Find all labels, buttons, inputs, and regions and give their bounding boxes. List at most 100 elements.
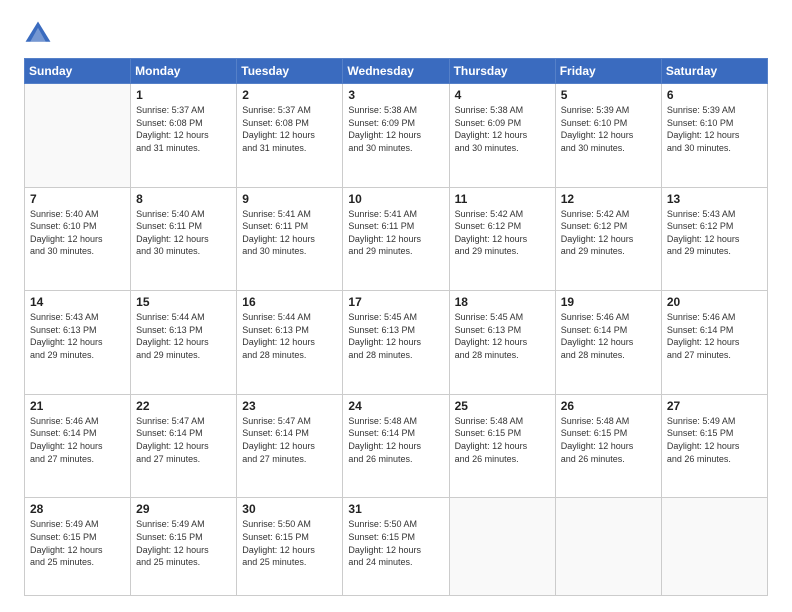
col-friday: Friday [555, 59, 661, 84]
calendar-cell: 5 Sunrise: 5:39 AMSunset: 6:10 PMDaylight… [555, 84, 661, 188]
calendar-cell: 10 Sunrise: 5:41 AMSunset: 6:11 PMDayligh… [343, 187, 449, 291]
day-number: 10 [348, 192, 443, 206]
day-info: Sunrise: 5:37 AMSunset: 6:08 PMDaylight:… [242, 104, 337, 154]
calendar-week-row: 21Sunrise: 5:46 AMSunset: 6:14 PMDayligh… [25, 394, 768, 498]
col-saturday: Saturday [661, 59, 767, 84]
calendar-cell: 15 Sunrise: 5:44 AMSunset: 6:13 PMDayligh… [131, 291, 237, 395]
calendar-cell: 20 Sunrise: 5:46 AMSunset: 6:14 PMDayligh… [661, 291, 767, 395]
col-thursday: Thursday [449, 59, 555, 84]
day-number: 27 [667, 399, 762, 413]
day-info: Sunrise: 5:49 AMSunset: 6:15 PMDaylight:… [136, 518, 231, 568]
calendar-cell: 7 Sunrise: 5:40 AMSunset: 6:10 PMDaylight… [25, 187, 131, 291]
day-number: 6 [667, 88, 762, 102]
calendar-cell: 9 Sunrise: 5:41 AMSunset: 6:11 PMDaylight… [237, 187, 343, 291]
day-number: 7 [30, 192, 125, 206]
day-number: 22 [136, 399, 231, 413]
day-info: Sunrise: 5:46 AMSunset: 6:14 PMDaylight:… [667, 311, 762, 361]
day-number: 17 [348, 295, 443, 309]
calendar-cell: 27 Sunrise: 5:49 AMSunset: 6:15 PMDayligh… [661, 394, 767, 498]
day-info: Sunrise: 5:42 AMSunset: 6:12 PMDaylight:… [455, 208, 550, 258]
day-info: Sunrise: 5:50 AMSunset: 6:15 PMDaylight:… [348, 518, 443, 568]
calendar-cell: 25 Sunrise: 5:48 AMSunset: 6:15 PMDayligh… [449, 394, 555, 498]
calendar-cell: 18 Sunrise: 5:45 AMSunset: 6:13 PMDayligh… [449, 291, 555, 395]
day-number: 29 [136, 502, 231, 516]
day-info: Sunrise: 5:37 AMSunset: 6:08 PMDaylight:… [136, 104, 231, 154]
calendar-cell: 21Sunrise: 5:46 AMSunset: 6:14 PMDayligh… [25, 394, 131, 498]
day-info: Sunrise: 5:45 AMSunset: 6:13 PMDaylight:… [348, 311, 443, 361]
day-number: 23 [242, 399, 337, 413]
day-info: Sunrise: 5:41 AMSunset: 6:11 PMDaylight:… [348, 208, 443, 258]
day-number: 9 [242, 192, 337, 206]
day-info: Sunrise: 5:47 AMSunset: 6:14 PMDaylight:… [136, 415, 231, 465]
day-number: 18 [455, 295, 550, 309]
day-number: 13 [667, 192, 762, 206]
day-info: Sunrise: 5:48 AMSunset: 6:15 PMDaylight:… [561, 415, 656, 465]
calendar-cell [661, 498, 767, 596]
calendar-cell: 13 Sunrise: 5:43 AMSunset: 6:12 PMDayligh… [661, 187, 767, 291]
day-info: Sunrise: 5:49 AMSunset: 6:15 PMDaylight:… [667, 415, 762, 465]
day-info: Sunrise: 5:50 AMSunset: 6:15 PMDaylight:… [242, 518, 337, 568]
day-info: Sunrise: 5:46 AMSunset: 6:14 PMDaylight:… [561, 311, 656, 361]
col-tuesday: Tuesday [237, 59, 343, 84]
day-number: 15 [136, 295, 231, 309]
day-number: 30 [242, 502, 337, 516]
day-number: 21 [30, 399, 125, 413]
day-info: Sunrise: 5:44 AMSunset: 6:13 PMDaylight:… [136, 311, 231, 361]
col-monday: Monday [131, 59, 237, 84]
day-info: Sunrise: 5:39 AMSunset: 6:10 PMDaylight:… [667, 104, 762, 154]
day-number: 11 [455, 192, 550, 206]
day-info: Sunrise: 5:40 AMSunset: 6:11 PMDaylight:… [136, 208, 231, 258]
calendar-cell: 29 Sunrise: 5:49 AMSunset: 6:15 PMDayligh… [131, 498, 237, 596]
calendar-cell: 22 Sunrise: 5:47 AMSunset: 6:14 PMDayligh… [131, 394, 237, 498]
col-sunday: Sunday [25, 59, 131, 84]
calendar-week-row: 28Sunrise: 5:49 AMSunset: 6:15 PMDayligh… [25, 498, 768, 596]
calendar-cell: 14 Sunrise: 5:43 AMSunset: 6:13 PMDayligh… [25, 291, 131, 395]
day-info: Sunrise: 5:43 AMSunset: 6:13 PMDaylight:… [30, 311, 125, 361]
calendar-cell [555, 498, 661, 596]
page: Sunday Monday Tuesday Wednesday Thursday… [0, 0, 792, 612]
calendar-cell: 6 Sunrise: 5:39 AMSunset: 6:10 PMDaylight… [661, 84, 767, 188]
day-number: 20 [667, 295, 762, 309]
day-info: Sunrise: 5:41 AMSunset: 6:11 PMDaylight:… [242, 208, 337, 258]
calendar-week-row: 14 Sunrise: 5:43 AMSunset: 6:13 PMDayligh… [25, 291, 768, 395]
day-info: Sunrise: 5:49 AMSunset: 6:15 PMDaylight:… [30, 518, 125, 568]
logo [24, 20, 56, 48]
day-number: 25 [455, 399, 550, 413]
calendar-cell: 24Sunrise: 5:48 AMSunset: 6:14 PMDayligh… [343, 394, 449, 498]
day-info: Sunrise: 5:43 AMSunset: 6:12 PMDaylight:… [667, 208, 762, 258]
calendar-cell: 2 Sunrise: 5:37 AMSunset: 6:08 PMDaylight… [237, 84, 343, 188]
calendar-cell: 11 Sunrise: 5:42 AMSunset: 6:12 PMDayligh… [449, 187, 555, 291]
calendar-cell [449, 498, 555, 596]
calendar-cell [25, 84, 131, 188]
day-info: Sunrise: 5:48 AMSunset: 6:15 PMDaylight:… [455, 415, 550, 465]
calendar-cell: 23 Sunrise: 5:47 AMSunset: 6:14 PMDayligh… [237, 394, 343, 498]
calendar-header-row: Sunday Monday Tuesday Wednesday Thursday… [25, 59, 768, 84]
day-number: 16 [242, 295, 337, 309]
calendar-cell: 16 Sunrise: 5:44 AMSunset: 6:13 PMDayligh… [237, 291, 343, 395]
day-number: 8 [136, 192, 231, 206]
day-info: Sunrise: 5:44 AMSunset: 6:13 PMDaylight:… [242, 311, 337, 361]
day-info: Sunrise: 5:40 AMSunset: 6:10 PMDaylight:… [30, 208, 125, 258]
day-number: 24 [348, 399, 443, 413]
calendar-cell: 31 Sunrise: 5:50 AMSunset: 6:15 PMDayligh… [343, 498, 449, 596]
calendar-table: Sunday Monday Tuesday Wednesday Thursday… [24, 58, 768, 596]
day-number: 31 [348, 502, 443, 516]
day-info: Sunrise: 5:45 AMSunset: 6:13 PMDaylight:… [455, 311, 550, 361]
day-number: 19 [561, 295, 656, 309]
day-info: Sunrise: 5:39 AMSunset: 6:10 PMDaylight:… [561, 104, 656, 154]
day-number: 4 [455, 88, 550, 102]
day-info: Sunrise: 5:38 AMSunset: 6:09 PMDaylight:… [455, 104, 550, 154]
day-number: 14 [30, 295, 125, 309]
calendar-cell: 19 Sunrise: 5:46 AMSunset: 6:14 PMDayligh… [555, 291, 661, 395]
calendar-cell: 8 Sunrise: 5:40 AMSunset: 6:11 PMDaylight… [131, 187, 237, 291]
calendar-week-row: 7 Sunrise: 5:40 AMSunset: 6:10 PMDaylight… [25, 187, 768, 291]
calendar-cell: 1 Sunrise: 5:37 AMSunset: 6:08 PMDaylight… [131, 84, 237, 188]
calendar-cell: 12Sunrise: 5:42 AMSunset: 6:12 PMDayligh… [555, 187, 661, 291]
logo-icon [24, 20, 52, 48]
day-number: 1 [136, 88, 231, 102]
day-info: Sunrise: 5:47 AMSunset: 6:14 PMDaylight:… [242, 415, 337, 465]
day-number: 5 [561, 88, 656, 102]
day-number: 26 [561, 399, 656, 413]
day-number: 2 [242, 88, 337, 102]
calendar-week-row: 1 Sunrise: 5:37 AMSunset: 6:08 PMDaylight… [25, 84, 768, 188]
